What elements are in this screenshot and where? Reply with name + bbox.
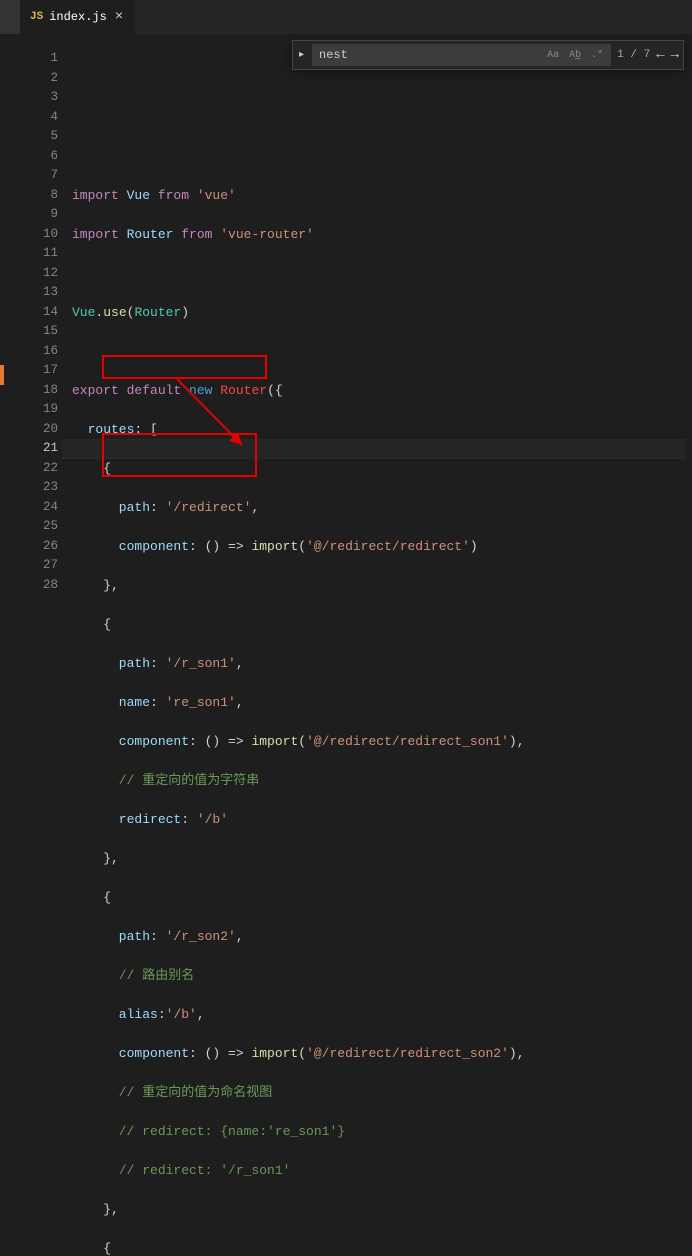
line-number: 13 [22,283,62,303]
line-number: 18 [22,381,62,401]
line-number: 17 [22,361,62,381]
find-input[interactable]: nest Aa Ab̲ .* [312,44,611,66]
line-number: 4 [22,108,62,128]
line-number: 9 [22,205,62,225]
line-number: 27 [22,556,62,576]
find-prev-icon[interactable]: ← [656,47,664,63]
line-number: 2 [22,69,62,89]
line-number: 8 [22,186,62,206]
line-number: 26 [22,537,62,557]
line-number: 28 [22,576,62,596]
line-number: 21 [22,439,62,459]
diff-marker-icon [0,365,4,385]
minimap[interactable] [686,35,692,628]
code-content[interactable]: import Vue from 'vue' import Router from… [62,35,686,628]
line-number: 12 [22,264,62,284]
line-number: 20 [22,420,62,440]
line-number: 11 [22,244,62,264]
line-number: 25 [22,517,62,537]
line-number: 22 [22,459,62,479]
line-number: 24 [22,498,62,518]
find-next-icon[interactable]: → [671,47,679,63]
regex-toggle[interactable]: .* [588,49,606,62]
line-number: 6 [22,147,62,167]
find-expand-icon[interactable]: ▸ [297,49,306,61]
activity-bar-sliver [0,0,20,34]
match-word-toggle[interactable]: Ab̲ [566,49,584,62]
close-tab-icon[interactable]: × [113,9,125,25]
line-number: 15 [22,322,62,342]
find-query-text: nest [319,48,348,62]
active-line-highlight [62,439,686,459]
editor-area: 1234567891011121314151617181920212223242… [0,35,692,628]
editor-side-pad [0,35,22,628]
match-case-toggle[interactable]: Aa [544,49,562,62]
line-number: 1 [22,49,62,69]
find-panel: ▸ nest Aa Ab̲ .* 1 / 7 ← → [292,40,684,70]
line-number: 23 [22,478,62,498]
line-number: 7 [22,166,62,186]
tab-bar: JS index.js × [0,0,692,35]
tab-filename: index.js [49,10,107,24]
line-number: 16 [22,342,62,362]
line-number: 19 [22,400,62,420]
js-file-icon: JS [30,11,43,23]
line-number-gutter: 1234567891011121314151617181920212223242… [22,35,62,628]
editor-tab[interactable]: JS index.js × [20,0,135,34]
line-number: 10 [22,225,62,245]
line-number: 5 [22,127,62,147]
line-number: 3 [22,88,62,108]
line-number: 14 [22,303,62,323]
find-result-count: 1 / 7 [617,49,650,61]
